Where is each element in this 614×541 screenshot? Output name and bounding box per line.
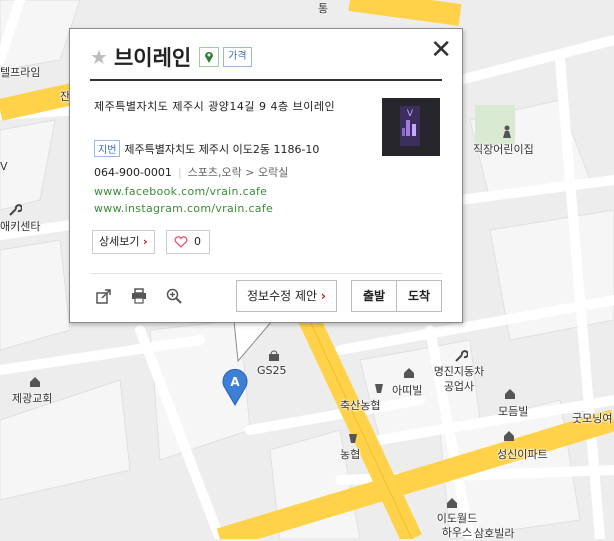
category: 스포츠,오락 > 오락실: [187, 166, 289, 179]
detail-button[interactable]: 상세보기 ›: [92, 230, 155, 254]
map-label-nonghyup: 농협: [340, 448, 361, 461]
wrench-icon: [455, 350, 468, 362]
heart-icon: [174, 236, 188, 248]
map-label-top: 통: [318, 2, 329, 15]
house-icon: [504, 431, 514, 441]
wrench-icon: [9, 204, 22, 216]
map-label-church: 제광교회: [12, 392, 53, 405]
phone-number[interactable]: 064-900-0001: [94, 166, 172, 179]
contact-row: 064-900-0001 | 스포츠,오락 > 오락실: [94, 166, 289, 179]
facebook-link[interactable]: www.facebook.com/vrain.cafe: [94, 185, 267, 198]
popup-tail: [233, 320, 273, 363]
map-label-center: 애키센타: [0, 220, 41, 233]
svg-text:V: V: [407, 109, 414, 119]
zoom-icon[interactable]: [166, 288, 182, 304]
chevron-right-icon: ›: [142, 235, 148, 248]
cup-icon: [349, 434, 357, 443]
house-icon: [30, 377, 40, 387]
jibun-row: 지번 제주특별자치도 제주시 이도2동 1186-10: [94, 140, 319, 157]
star-icon[interactable]: ★: [90, 45, 108, 69]
detail-button-label: 상세보기: [99, 235, 140, 248]
jibun-badge: 지번: [94, 140, 121, 157]
house-icon: [447, 498, 457, 508]
map-label-atti: 아띠빌: [392, 384, 423, 397]
suggest-edit-button[interactable]: 정보수정 제안 ›: [236, 280, 337, 312]
jibun-address: 제주특별자치도 제주시 이도2동 1186-10: [124, 143, 320, 156]
house-icon: [505, 389, 515, 399]
like-button[interactable]: 0: [166, 230, 210, 254]
map-label-gs25: GS25: [257, 364, 287, 377]
place-title[interactable]: 브이레인: [114, 42, 191, 72]
map-label-modeum: 모듬빌: [498, 405, 529, 418]
toolbar-divider: [90, 273, 442, 274]
arrive-button[interactable]: 도착: [396, 280, 442, 312]
instagram-link[interactable]: www.instagram.com/vrain.cafe: [94, 202, 273, 215]
place-thumbnail[interactable]: V: [382, 98, 440, 156]
chevron-right-icon: ›: [320, 289, 326, 303]
print-icon[interactable]: [131, 288, 147, 304]
suggest-edit-label: 정보수정 제안: [247, 289, 318, 303]
like-count: 0: [194, 235, 201, 248]
map-label-apartment: 성신이파트: [497, 448, 548, 461]
price-badge[interactable]: 가격: [223, 47, 252, 67]
map-label-daycare: 직장어린이집: [473, 143, 534, 156]
cup-icon: [375, 384, 383, 393]
marker-letter: A: [230, 375, 240, 389]
title-divider: [90, 79, 442, 81]
close-icon[interactable]: ✕: [430, 37, 452, 63]
map-label-repair: 명진지동차 공업사: [433, 365, 485, 393]
share-icon[interactable]: [96, 288, 112, 304]
map-label-hotel: 텔프라임: [0, 66, 41, 79]
house-icon: [404, 368, 414, 378]
place-info-popup: ★ 브이레인 가격 ✕ 제주특별자치도 제주시 광양14길 9 4층 브이레인 …: [69, 28, 463, 323]
depart-button[interactable]: 출발: [351, 280, 397, 312]
title-row: ★ 브이레인 가격: [90, 43, 252, 71]
pin-icon: [199, 47, 220, 67]
map-label-coop: 축산농협: [340, 399, 381, 412]
map-label-fragment-v: V: [0, 160, 8, 173]
person-icon: [503, 125, 511, 138]
road-address: 제주특별자치도 제주시 광양14길 9 4층 브이레인: [94, 100, 336, 113]
map-label-goodmorning: 굿모닝여: [572, 412, 613, 425]
location-marker-a[interactable]: A: [222, 368, 248, 406]
